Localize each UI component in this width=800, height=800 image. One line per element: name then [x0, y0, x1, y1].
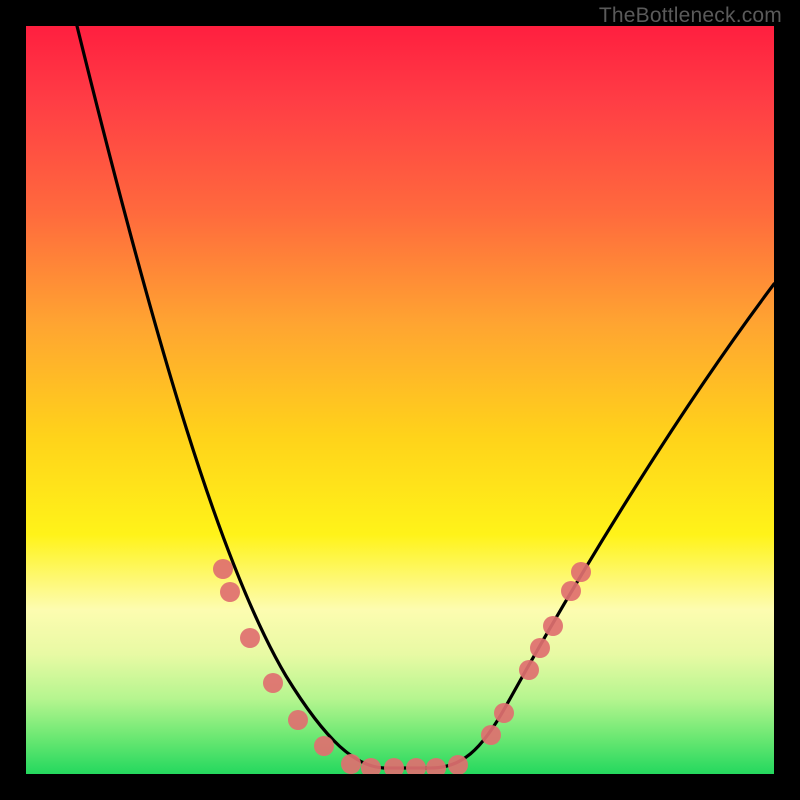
curve-dot: [494, 703, 514, 723]
chart-area: [26, 26, 774, 774]
chart-svg: [26, 26, 774, 774]
curve-dot: [384, 758, 404, 774]
curve-dot: [213, 559, 233, 579]
curve-dot: [543, 616, 563, 636]
curve-dot: [361, 758, 381, 774]
curve-dot: [481, 725, 501, 745]
curve-dots: [213, 559, 591, 774]
watermark-text: TheBottleneck.com: [599, 4, 782, 28]
curve-dot: [263, 673, 283, 693]
curve-dot: [561, 581, 581, 601]
curve-dot: [519, 660, 539, 680]
bottleneck-curve: [77, 26, 774, 768]
curve-dot: [530, 638, 550, 658]
curve-dot: [288, 710, 308, 730]
curve-dot: [571, 562, 591, 582]
curve-dot: [341, 754, 361, 774]
curve-dot: [426, 758, 446, 774]
curve-dot: [240, 628, 260, 648]
curve-dot: [220, 582, 240, 602]
curve-dot: [314, 736, 334, 756]
curve-dot: [406, 758, 426, 774]
